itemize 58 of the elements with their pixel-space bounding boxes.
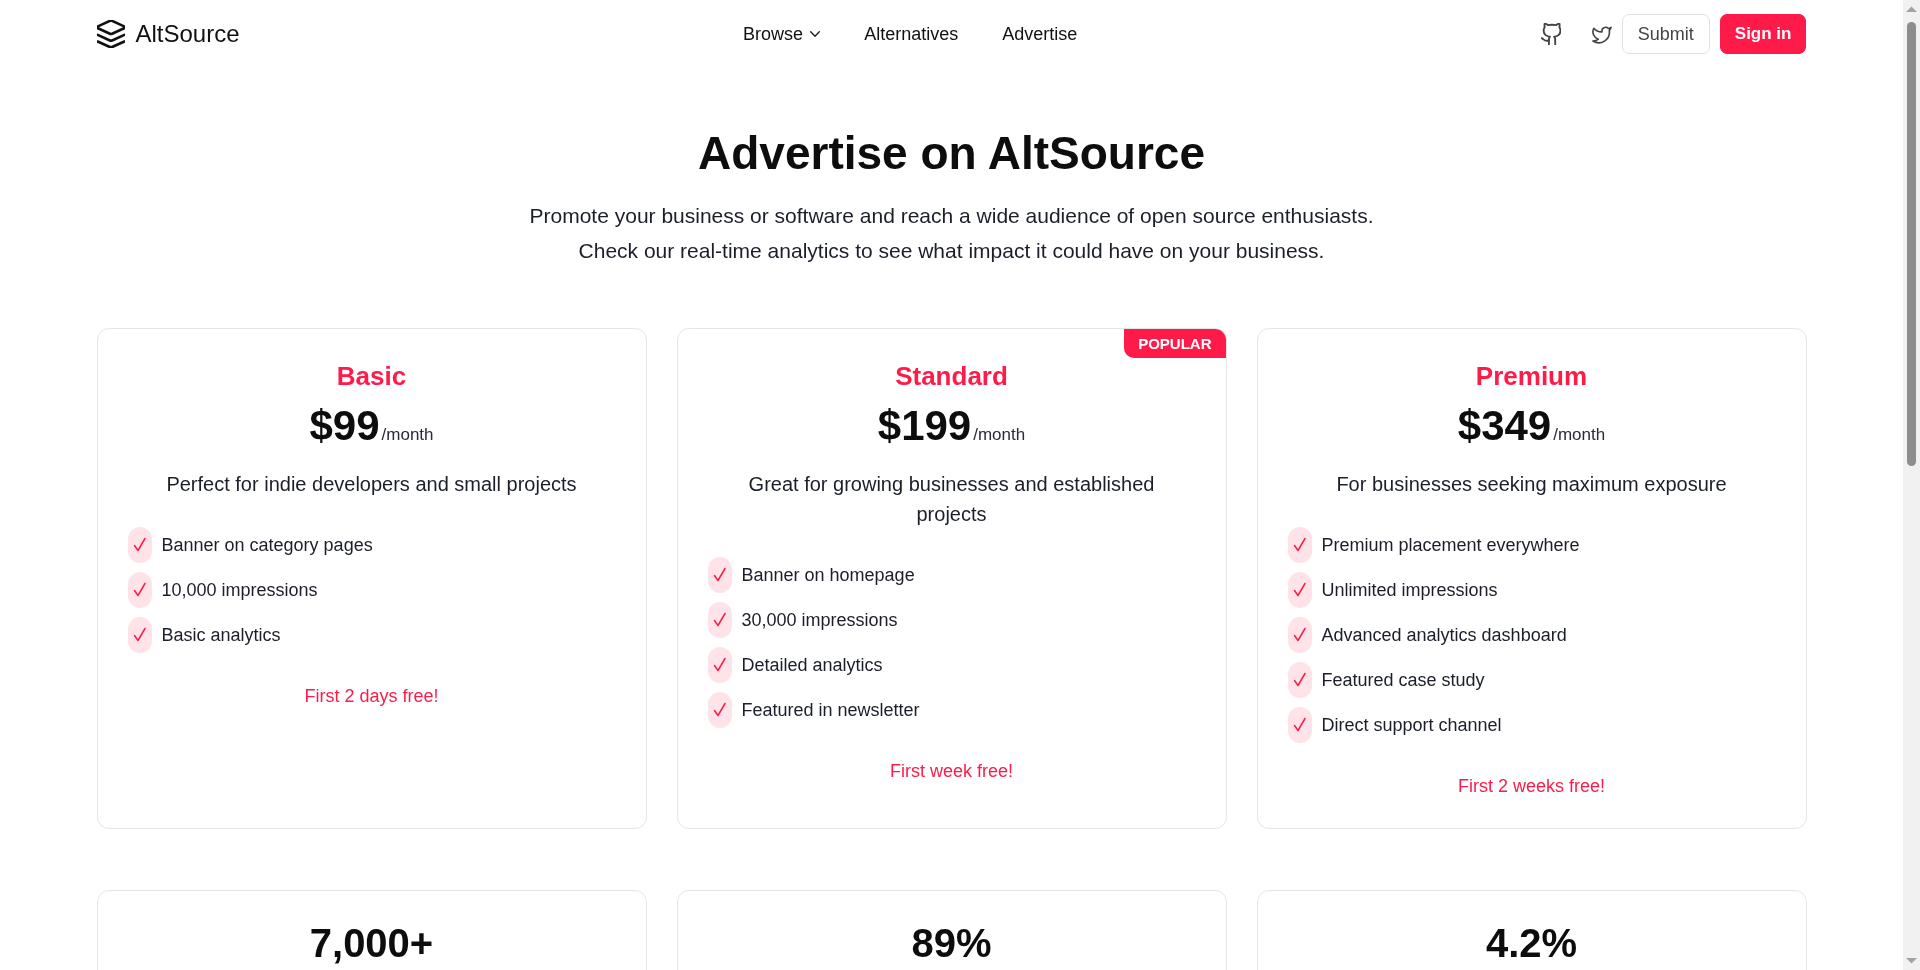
plan-price: $349 [1457,402,1552,450]
sign-in-button[interactable]: Sign in [1719,14,1807,54]
plan-name: Standard [895,360,1008,392]
stat-value: 7,000+ [309,920,434,967]
feature-text: Premium placement everywhere [1321,534,1580,556]
page-title: Advertise on AltSource [698,126,1205,181]
check-icon [1287,527,1312,563]
twitter-bird-icon[interactable] [1591,23,1612,45]
check-icon [1287,707,1312,743]
feature-text: 30,000 impressions [741,609,898,631]
feature-text: Detailed analytics [741,654,883,676]
feature-text: Featured in newsletter [741,699,920,721]
subtitle-text: Promote your business or software and reach a wide audience of open source enthusiasts. [529,203,1374,229]
subtitle-text: Check our real-time analytics to see what impact it could have on your business. [578,238,1325,264]
chevron-down-icon [810,31,821,37]
nav-link[interactable]: Browse [743,23,821,45]
github-icon[interactable] [1540,23,1561,45]
check-icon [127,617,152,653]
scrollbar-track[interactable] [1903,0,1920,970]
free-trial-note: First 2 weeks free! [1457,775,1605,797]
plan-description: Perfect for indie developers and small projects [166,472,577,497]
price-period: /month [973,425,1026,445]
plan-name: Premium [1475,360,1588,392]
check-icon [707,692,732,728]
logo-text[interactable]: AltSource [135,20,240,48]
plan-description: Great for growing businesses and established projects [747,472,1156,527]
feature-text: Direct support channel [1321,714,1502,736]
check-icon [707,602,732,638]
feature-text: Unlimited impressions [1321,579,1498,601]
feature-text: Banner on category pages [161,534,373,556]
nav-link[interactable]: Advertise [1002,23,1078,45]
plan-name: Basic [336,360,407,392]
feature-text: Basic analytics [161,624,281,646]
check-icon [1287,572,1312,608]
check-icon [127,572,152,608]
popular-badge: POPULAR [1124,329,1226,358]
plan-price: $199 [877,402,972,450]
check-icon [707,647,732,683]
feature-text: 10,000 impressions [161,579,318,601]
plan-price: $99 [309,402,380,450]
stat-value: 4.2% [1485,920,1578,967]
free-trial-note: First week free! [890,760,1013,782]
check-icon [707,557,732,593]
submit-button[interactable]: Submit [1621,14,1710,54]
plan-description: For businesses seeking maximum exposure [1336,472,1727,497]
check-icon [1287,662,1312,698]
price-period: /month [381,425,434,445]
layers-logo-icon[interactable] [96,20,125,48]
feature-text: Banner on homepage [741,564,915,586]
feature-text: Advanced analytics dashboard [1321,624,1567,646]
check-icon [1287,617,1312,653]
scrollbar-thumb[interactable] [1907,22,1916,466]
check-icon [127,527,152,563]
stat-value: 89% [911,920,992,967]
free-trial-note: First 2 days free! [304,685,439,707]
feature-text: Featured case study [1321,669,1485,691]
nav-link[interactable]: Alternatives [864,23,959,45]
price-period: /month [1553,425,1606,445]
